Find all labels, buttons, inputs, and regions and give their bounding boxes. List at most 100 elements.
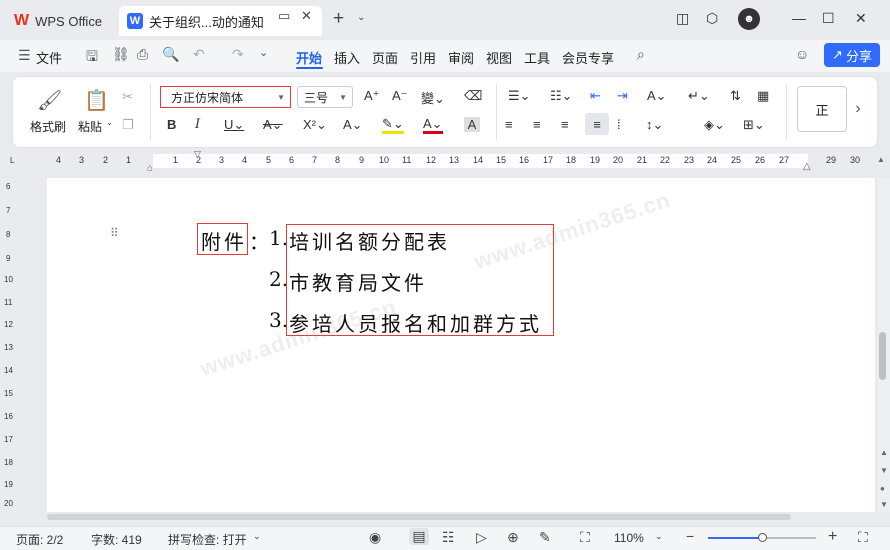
phonetic-guide-icon[interactable]: 變⌄ bbox=[421, 88, 445, 107]
fit-screen-icon[interactable]: ⛶ bbox=[580, 529, 590, 546]
align-left-icon[interactable]: ≡ bbox=[505, 117, 513, 132]
numbered-list-icon[interactable]: ☷⌄ bbox=[550, 88, 573, 104]
tab-references[interactable]: 引用 bbox=[410, 48, 436, 67]
shrink-font-icon[interactable]: A⁻ bbox=[392, 88, 408, 104]
minimize-icon[interactable]: — bbox=[792, 10, 806, 26]
tab-home[interactable]: 开始 bbox=[296, 48, 322, 67]
spell-check-chevron-icon[interactable]: ⌄ bbox=[253, 531, 261, 542]
outline-view-icon[interactable]: ☷ bbox=[442, 529, 455, 546]
paste-label[interactable]: 粘贴 bbox=[78, 118, 102, 135]
eye-icon[interactable]: ◉ bbox=[369, 529, 381, 546]
align-right-icon[interactable]: ≡ bbox=[561, 117, 569, 132]
avatar[interactable]: ☻ bbox=[738, 8, 760, 30]
zoom-out-button[interactable]: − bbox=[686, 528, 694, 544]
superscript-icon[interactable]: X²⌄ bbox=[303, 117, 327, 133]
style-preview-normal[interactable]: 正 bbox=[797, 86, 847, 132]
menu-file[interactable]: 文件 bbox=[36, 48, 62, 67]
hamburger-icon[interactable]: ☰ bbox=[18, 47, 31, 64]
align-center-icon[interactable]: ≡ bbox=[533, 117, 541, 132]
horizontal-scroll-thumb[interactable] bbox=[47, 514, 791, 520]
screen-icon[interactable]: ▭ bbox=[278, 8, 290, 24]
distributed-align-icon[interactable]: ⁞ bbox=[617, 117, 621, 132]
chat-icon[interactable]: ☺ bbox=[795, 46, 809, 62]
word-count[interactable]: 字数: 419 bbox=[91, 531, 142, 548]
font-name-select[interactable]: 方正仿宋简体 ▼ bbox=[160, 86, 291, 108]
zoom-in-button[interactable]: + bbox=[828, 528, 837, 546]
left-indent-marker[interactable]: ⌂ bbox=[147, 163, 153, 174]
select-browse-object-icon[interactable]: ● bbox=[880, 484, 885, 493]
print-icon[interactable]: ⎙ bbox=[137, 46, 148, 63]
new-tab-button[interactable]: + bbox=[333, 8, 344, 30]
sort-icon[interactable]: ⇅ bbox=[730, 88, 741, 104]
tab-review[interactable]: 审阅 bbox=[448, 48, 474, 67]
copy-icon[interactable]: ❐ bbox=[122, 117, 134, 133]
text-effect-icon[interactable]: A⌄ bbox=[343, 117, 363, 133]
shading-icon[interactable]: ◈⌄ bbox=[704, 117, 725, 133]
format-painter-icon[interactable]: 🖌 bbox=[37, 88, 62, 113]
scroll-up-icon[interactable]: ▲ bbox=[877, 155, 885, 164]
char-shading-icon[interactable]: A bbox=[464, 117, 480, 132]
close-window-icon[interactable]: ✕ bbox=[855, 10, 867, 27]
tab-view[interactable]: 视图 bbox=[486, 48, 512, 67]
vertical-scroll-thumb[interactable] bbox=[879, 332, 886, 380]
line-spacing-icon[interactable]: ↕⌄ bbox=[646, 117, 663, 133]
cube-icon[interactable]: ⬡ bbox=[706, 10, 718, 27]
format-painter-label[interactable]: 格式刷 bbox=[30, 118, 66, 135]
tab-member[interactable]: 会员专享 bbox=[562, 48, 614, 67]
fullscreen-icon[interactable]: ⛶ bbox=[858, 529, 868, 546]
tab-wps-home[interactable]: W WPS Office bbox=[6, 6, 114, 36]
right-indent-marker[interactable]: △ bbox=[803, 161, 811, 172]
scroll-down-icon[interactable]: ▼ bbox=[880, 466, 888, 475]
pen-icon[interactable]: ✎ bbox=[539, 529, 551, 546]
paragraph-drag-handle-icon[interactable]: ⠿ bbox=[110, 226, 119, 240]
tab-tools[interactable]: 工具 bbox=[524, 48, 550, 67]
link-icon[interactable]: ⛓ bbox=[112, 46, 130, 63]
sidebar-layout-icon[interactable]: ◫ bbox=[676, 10, 689, 27]
print-preview-icon[interactable]: 🔍 bbox=[162, 46, 179, 63]
spell-check-status[interactable]: 拼写检查: 打开 bbox=[168, 531, 247, 548]
line-break-icon[interactable]: ↵⌄ bbox=[688, 88, 710, 104]
tab-stop-marker[interactable]: L bbox=[10, 156, 14, 165]
text-direction-icon[interactable]: A⌄ bbox=[647, 88, 667, 104]
save-icon[interactable]: 🖫 bbox=[86, 46, 98, 70]
align-justify-icon[interactable]: ≡ bbox=[585, 113, 609, 135]
highlight-icon[interactable]: ✎⌄ bbox=[382, 117, 404, 134]
prev-page-icon[interactable]: ▲ bbox=[880, 448, 888, 457]
next-page-icon[interactable]: ▼ bbox=[880, 500, 888, 509]
maximize-icon[interactable]: ☐ bbox=[822, 10, 835, 27]
clear-format-icon[interactable]: ⌫ bbox=[464, 88, 482, 104]
show-marks-icon[interactable]: ▦ bbox=[757, 88, 769, 104]
zoom-slider-handle[interactable] bbox=[758, 533, 767, 542]
italic-icon[interactable]: I bbox=[195, 117, 200, 132]
cut-icon[interactable]: ✂ bbox=[122, 89, 133, 105]
borders-icon[interactable]: ⊞⌄ bbox=[743, 117, 765, 133]
share-button[interactable]: ↗ 分享 bbox=[824, 43, 880, 67]
page-view-icon[interactable]: ▤ bbox=[409, 528, 429, 545]
strikethrough-icon[interactable]: A⌄ bbox=[263, 117, 283, 133]
search-icon[interactable]: ⌕ bbox=[637, 46, 645, 63]
styles-next-icon[interactable]: › bbox=[848, 86, 868, 132]
decrease-indent-icon[interactable]: ⇤ bbox=[590, 88, 601, 104]
tab-insert[interactable]: 插入 bbox=[334, 48, 360, 67]
web-view-icon[interactable]: ⊕ bbox=[507, 529, 519, 546]
tab-list-chevron-icon[interactable]: ⌄ bbox=[357, 12, 365, 23]
increase-indent-icon[interactable]: ⇥ bbox=[617, 88, 628, 104]
page-indicator[interactable]: 页面: 2/2 bbox=[16, 531, 63, 548]
first-line-indent-marker[interactable]: ▽ bbox=[194, 149, 201, 160]
quick-access-chevron-icon[interactable]: ⌄ bbox=[259, 46, 268, 59]
zoom-chevron-icon[interactable]: ⌄ bbox=[655, 531, 663, 542]
paste-icon[interactable]: 📋 bbox=[84, 88, 109, 113]
underline-icon[interactable]: U⌄ bbox=[224, 117, 244, 133]
bold-icon[interactable]: B bbox=[167, 117, 176, 132]
font-color-icon[interactable]: A⌄ bbox=[423, 117, 443, 134]
close-tab-icon[interactable]: ✕ bbox=[301, 8, 312, 24]
undo-icon[interactable]: ↶ bbox=[193, 46, 205, 63]
redo-icon[interactable]: ↷ bbox=[232, 46, 244, 63]
font-size-select[interactable]: 三号 ▼ bbox=[297, 86, 353, 108]
grow-font-icon[interactable]: A⁺ bbox=[364, 88, 380, 104]
play-icon[interactable]: ▷ bbox=[476, 529, 487, 546]
tab-document[interactable]: W 关于组织...动的通知 bbox=[119, 6, 322, 36]
tab-page[interactable]: 页面 bbox=[372, 48, 398, 67]
bullet-list-icon[interactable]: ☰⌄ bbox=[508, 88, 531, 104]
paste-chevron-icon[interactable]: ⌄ bbox=[106, 118, 113, 127]
